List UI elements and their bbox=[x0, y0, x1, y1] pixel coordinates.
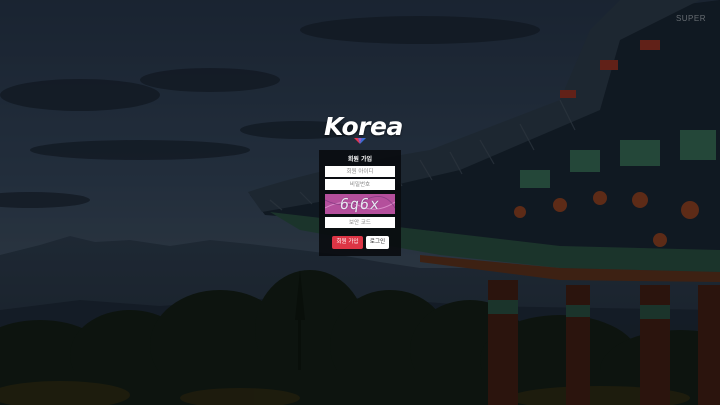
corner-text: SUPER bbox=[675, 14, 706, 23]
logo-text: Korea bbox=[324, 112, 403, 141]
login-button[interactable]: 로그인 bbox=[366, 236, 389, 249]
panel-title: 회원 가입 bbox=[347, 156, 373, 163]
join-button[interactable]: 회원 가입 bbox=[332, 236, 363, 249]
captcha-text: 6q6x bbox=[338, 195, 382, 213]
logo-ribbon-icon bbox=[354, 138, 366, 144]
login-panel: 회원 가입 6q6x 회원 가입 로그인 bbox=[319, 150, 401, 256]
korea-logo: Korea bbox=[324, 112, 403, 148]
captcha-image: 6q6x bbox=[325, 194, 395, 214]
password-input[interactable] bbox=[325, 179, 395, 190]
member-id-input[interactable] bbox=[325, 166, 395, 177]
security-code-input[interactable] bbox=[325, 217, 395, 228]
